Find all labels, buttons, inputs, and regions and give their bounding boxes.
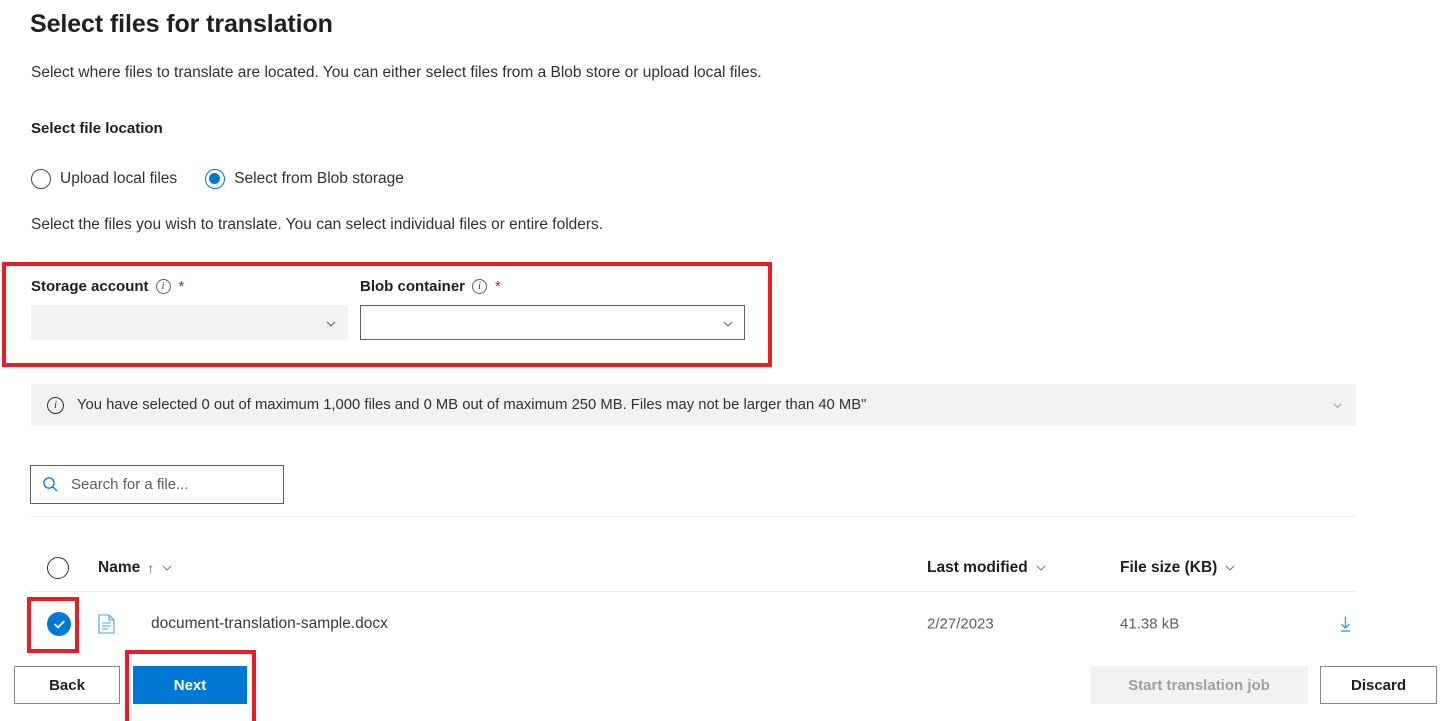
back-button[interactable]: Back	[14, 666, 120, 704]
blob-container-label: Blob container	[360, 278, 466, 295]
chevron-down-icon[interactable]	[1333, 401, 1342, 410]
row-download-button[interactable]	[1336, 615, 1355, 634]
storage-account-label-row: Storage account i *	[31, 278, 348, 295]
blob-container-label-row: Blob container i *	[360, 278, 745, 295]
row-last-modified-value: 2/27/2023	[927, 615, 994, 633]
row-checkbox[interactable]	[47, 612, 71, 636]
search-icon	[43, 477, 58, 492]
storage-account-label: Storage account	[31, 278, 149, 295]
radio-label-select-from-blob-storage: Select from Blob storage	[234, 170, 404, 187]
required-asterisk: *	[178, 278, 185, 295]
column-header-file-size[interactable]: File size (KB)	[1120, 559, 1235, 577]
sort-ascending-icon: ↑	[147, 559, 155, 576]
row-file-size-value: 41.38 kB	[1120, 615, 1180, 633]
select-files-for-translation-page: Select files for translation Select wher…	[0, 0, 1454, 721]
download-icon	[1340, 616, 1351, 632]
document-file-icon	[98, 614, 115, 634]
blob-container-dropdown[interactable]	[360, 305, 745, 340]
page-title: Select files for translation	[30, 10, 333, 38]
chevron-down-icon[interactable]	[162, 563, 172, 573]
blob-container-field: Blob container i *	[360, 278, 745, 340]
divider-above-table	[31, 516, 1356, 517]
column-header-last-modified-label: Last modified	[927, 558, 1028, 576]
radio-unselected-icon	[31, 169, 51, 189]
row-last-modified: 2/27/2023	[927, 616, 994, 633]
selection-info-message-bar: i You have selected 0 out of maximum 1,0…	[31, 384, 1356, 426]
intro-description: Select where files to translate are loca…	[31, 64, 762, 81]
info-icon[interactable]: i	[155, 279, 171, 294]
chevron-down-icon	[326, 321, 336, 327]
file-location-radio-group: Upload local files Select from Blob stor…	[31, 169, 404, 189]
circle-unchecked-icon	[47, 556, 69, 579]
select-file-location-label: Select file location	[31, 120, 163, 137]
chevron-down-icon	[723, 321, 733, 327]
row-file-cell: document-translation-sample.docx	[98, 614, 388, 634]
column-header-file-size-label: File size (KB)	[1120, 558, 1218, 576]
radio-upload-local-files[interactable]: Upload local files	[31, 169, 177, 189]
column-header-name-label: Name	[98, 558, 141, 576]
chevron-down-icon[interactable]	[1225, 563, 1235, 573]
divider-below-header	[31, 591, 1356, 592]
search-input[interactable]	[69, 475, 259, 494]
info-icon: i	[47, 396, 64, 414]
circle-checked-icon	[47, 612, 71, 636]
select-all-checkbox[interactable]	[47, 556, 69, 579]
search-file-box[interactable]	[30, 465, 284, 504]
required-asterisk: *	[495, 278, 501, 295]
storage-account-dropdown[interactable]	[31, 305, 348, 340]
selection-info-text: You have selected 0 out of maximum 1,000…	[77, 397, 867, 413]
row-file-name[interactable]: document-translation-sample.docx	[151, 615, 388, 633]
column-header-last-modified[interactable]: Last modified	[927, 559, 1046, 577]
radio-select-from-blob-storage[interactable]: Select from Blob storage	[205, 169, 404, 189]
column-header-name[interactable]: Name ↑	[98, 559, 172, 577]
discard-button[interactable]: Discard	[1320, 666, 1437, 704]
file-table-header: Name ↑ Last modified File size (KB)	[31, 545, 1356, 590]
radio-label-upload-local-files: Upload local files	[60, 170, 178, 187]
file-selection-helper-text: Select the files you wish to translate. …	[31, 216, 604, 233]
storage-account-field: Storage account i *	[31, 278, 348, 340]
row-file-size: 41.38 kB	[1120, 616, 1179, 633]
table-row[interactable]: document-translation-sample.docx 2/27/20…	[31, 598, 1356, 650]
next-button[interactable]: Next	[133, 666, 247, 704]
start-translation-job-button: Start translation job	[1090, 666, 1308, 704]
radio-selected-icon	[205, 169, 226, 189]
chevron-down-icon[interactable]	[1036, 563, 1046, 573]
info-icon[interactable]: i	[472, 279, 488, 294]
